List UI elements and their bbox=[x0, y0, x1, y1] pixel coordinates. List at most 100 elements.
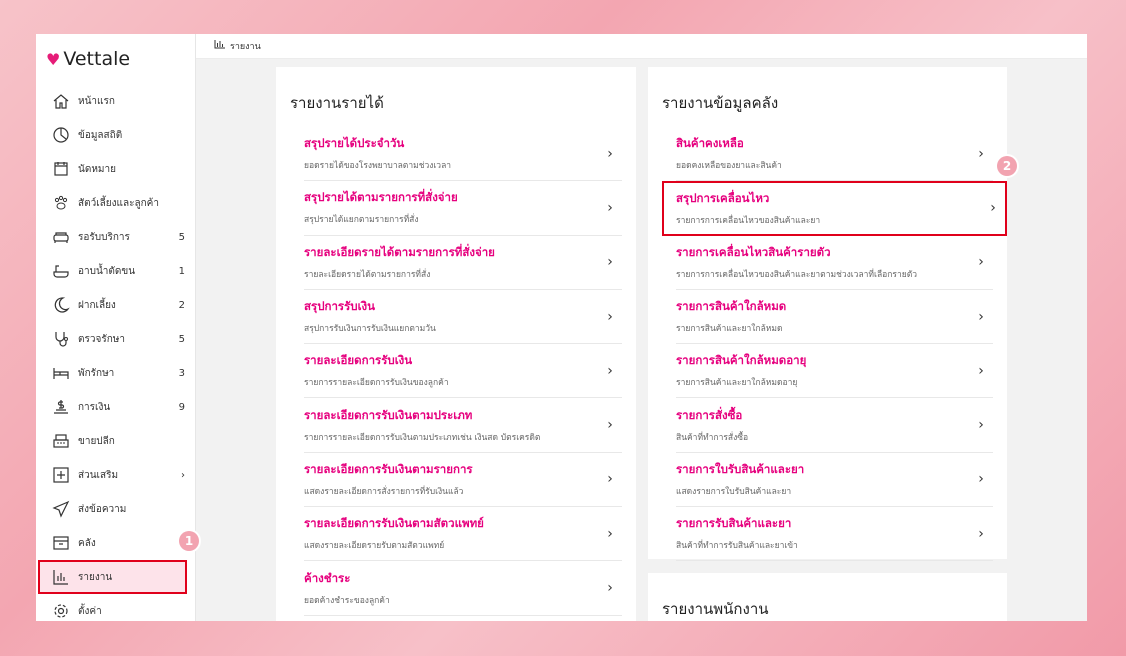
sidebar-item-count: 9 bbox=[178, 401, 185, 413]
report-row-text: รายการรับสินค้าและยา สินค้าที่ทำการรับสิ… bbox=[676, 515, 969, 552]
report-row-text: รายการสั่งซื้อ สินค้าที่ทำการสั่งซื้อ bbox=[676, 407, 969, 444]
report-row-title[interactable]: ค้างชำระ bbox=[304, 570, 598, 588]
report-row[interactable]: รายละเอียดการรับเงินตามสัตวแพทย์ แสดงราย… bbox=[304, 507, 622, 562]
chevron-right-icon[interactable]: › bbox=[981, 200, 1005, 216]
chevron-right-icon[interactable]: › bbox=[598, 471, 622, 487]
report-row-title[interactable]: สินค้าคงเหลือ bbox=[676, 135, 969, 153]
chevron-right-icon[interactable]: › bbox=[969, 417, 993, 433]
logo-text: Vettale bbox=[63, 48, 131, 70]
report-row-title[interactable]: รายละเอียดการรับเงินตามรายการ bbox=[304, 461, 598, 479]
sidebar-item-money[interactable]: การเงิน 9 bbox=[36, 390, 195, 424]
report-row-description: รายการรายละเอียดการรับเงินของลูกค้า bbox=[304, 378, 449, 389]
sidebar-item-moon[interactable]: ฝากเลี้ยง 2 bbox=[36, 288, 195, 322]
sidebar-item-report[interactable]: รายงาน bbox=[38, 560, 187, 594]
report-row[interactable]: รายการสินค้าใกล้หมด รายการสินค้าและยาใกล… bbox=[676, 290, 993, 345]
sidebar-item-paw[interactable]: สัตว์เลี้ยงและลูกค้า bbox=[36, 186, 195, 220]
report-row-title[interactable]: รายละเอียดการรับเงินตามสัตวแพทย์ bbox=[304, 515, 598, 533]
report-row-title[interactable]: สรุปการเคลื่อนไหว bbox=[676, 190, 981, 208]
sidebar-item-label: คลัง bbox=[78, 537, 96, 549]
chevron-right-icon[interactable]: › bbox=[598, 526, 622, 542]
chevron-right-icon[interactable]: › bbox=[969, 471, 993, 487]
sidebar-item-stethoscope[interactable]: ตรวจรักษา 5 bbox=[36, 322, 195, 356]
report-row-description: แสดงรายการใบรับสินค้าและยา bbox=[676, 486, 792, 497]
report-row-title[interactable]: รายการสินค้าใกล้หมดอายุ bbox=[676, 352, 969, 370]
sidebar-item-box[interactable]: คลัง bbox=[36, 526, 195, 560]
report-row-title[interactable]: รายละเอียดรายได้ตามรายการที่สั่งจ่าย bbox=[304, 244, 598, 262]
chevron-right-icon[interactable]: › bbox=[598, 309, 622, 325]
sidebar-item-bed[interactable]: พักรักษา 3 bbox=[36, 356, 195, 390]
money-icon bbox=[52, 398, 70, 416]
sidebar-item-label: ขายปลีก bbox=[78, 435, 115, 447]
report-row[interactable]: สรุปการรับเงิน สรุปการรับเงินการรับเงินแ… bbox=[304, 290, 622, 345]
report-row[interactable]: รายการเคลื่อนไหวสินค้ารายตัว รายการการเค… bbox=[676, 236, 993, 290]
report-row[interactable]: สรุปการเคลื่อนไหว รายการการเคลื่อนไหวของ… bbox=[662, 181, 1007, 236]
report-row[interactable]: รายการสั่งซื้อ สินค้าที่ทำการสั่งซื้อ › bbox=[676, 398, 993, 453]
report-row-title[interactable]: สรุปรายได้ประจำวัน bbox=[304, 135, 598, 153]
sidebar-item-count: › bbox=[181, 469, 185, 481]
report-row-text: สรุปการเคลื่อนไหว รายการการเคลื่อนไหวของ… bbox=[676, 190, 981, 227]
sidebar: ♥ Vettale หน้าแรกข้อมูลสถิตินัดหมาย สัตว์… bbox=[36, 34, 196, 621]
report-row[interactable]: สรุปรายได้ประจำวัน ยอดรายได้ของโรงพยาบาล… bbox=[304, 127, 622, 182]
bath-icon bbox=[52, 262, 70, 280]
report-row-title[interactable]: รายละเอียดการรับเงิน bbox=[304, 352, 598, 370]
sidebar-item-label: ข้อมูลสถิติ bbox=[78, 129, 123, 141]
sidebar-item-send[interactable]: ส่งข้อความ bbox=[36, 492, 195, 526]
chevron-right-icon[interactable]: › bbox=[598, 580, 622, 596]
report-row-text: รายละเอียดการรับเงินตามรายการ แสดงรายละเ… bbox=[304, 461, 598, 498]
report-row[interactable]: รายการรับสินค้าและยา สินค้าที่ทำการรับสิ… bbox=[676, 507, 993, 562]
report-row[interactable]: รายละเอียดรายได้ตามรายการที่สั่งจ่าย ราย… bbox=[304, 236, 622, 290]
chevron-right-icon[interactable]: › bbox=[598, 417, 622, 433]
report-row[interactable]: ค่าใช้จ่ายโรงพยาบาล › bbox=[304, 616, 622, 621]
sidebar-item-label: การเงิน bbox=[78, 401, 111, 413]
bed-icon bbox=[52, 364, 70, 382]
chevron-right-icon[interactable]: › bbox=[969, 254, 993, 270]
report-row-description: รายการการเคลื่อนไหวของสินค้าและยา bbox=[676, 215, 821, 226]
sidebar-item-stats[interactable]: ข้อมูลสถิติ bbox=[36, 118, 195, 152]
sidebar-item-register[interactable]: ขายปลีก bbox=[36, 424, 195, 458]
report-row-title[interactable]: รายการรับสินค้าและยา bbox=[676, 515, 969, 533]
report-row-title[interactable]: รายละเอียดการรับเงินตามประเภท bbox=[304, 407, 598, 425]
chevron-right-icon[interactable]: › bbox=[598, 363, 622, 379]
report-row[interactable]: ค้างชำระ ยอดค้างชำระของลูกค้า › bbox=[304, 561, 622, 616]
sidebar-item-sofa[interactable]: รอรับบริการ 5 bbox=[36, 220, 195, 254]
income-report-card: รายงานรายได้ สรุปรายได้ประจำวัน ยอดรายได… bbox=[276, 67, 636, 621]
report-row[interactable]: รายการใบรับสินค้าและยา แสดงรายการใบรับสิ… bbox=[676, 453, 993, 508]
report-row[interactable]: รายละเอียดการรับเงิน รายการรายละเอียดการ… bbox=[304, 344, 622, 399]
chevron-right-icon[interactable]: › bbox=[969, 363, 993, 379]
chevron-right-icon[interactable]: › bbox=[598, 200, 622, 216]
register-icon bbox=[52, 432, 70, 450]
chevron-right-icon[interactable]: › bbox=[598, 146, 622, 162]
sidebar-item-label: อาบน้ำตัดขน bbox=[78, 265, 136, 277]
report-row-title[interactable]: รายการเคลื่อนไหวสินค้ารายตัว bbox=[676, 244, 969, 262]
report-row-description: รายการสินค้าและยาใกล้หมดอายุ bbox=[676, 378, 798, 389]
report-row[interactable]: รายละเอียดการรับเงินตามรายการ แสดงรายละเ… bbox=[304, 453, 622, 508]
report-row[interactable]: สินค้าคงเหลือ ยอดคงเหลือของยาและสินค้า › bbox=[676, 127, 993, 182]
report-row[interactable]: รายการสินค้าใกล้หมดอายุ รายการสินค้าและย… bbox=[676, 344, 993, 399]
chevron-right-icon[interactable]: › bbox=[969, 309, 993, 325]
chevron-right-icon[interactable]: › bbox=[969, 526, 993, 542]
report-row-description: รายการรายละเอียดการรับเงินตามประเภทเช่น … bbox=[304, 432, 541, 443]
chevron-right-icon[interactable]: › bbox=[598, 254, 622, 270]
sidebar-item-bath[interactable]: อาบน้ำตัดขน 1 bbox=[36, 254, 195, 288]
sidebar-item-home[interactable]: หน้าแรก bbox=[36, 84, 195, 118]
breadcrumb: รายงาน bbox=[196, 34, 1087, 59]
report-row-title[interactable]: สรุปการรับเงิน bbox=[304, 298, 598, 316]
report-row-title[interactable]: สรุปรายได้ตามรายการที่สั่งจ่าย bbox=[304, 189, 598, 207]
logo[interactable]: ♥ Vettale bbox=[36, 34, 195, 84]
chevron-right-icon[interactable]: › bbox=[969, 146, 993, 162]
report-icon bbox=[52, 568, 70, 586]
report-row-title[interactable]: รายการใบรับสินค้าและยา bbox=[676, 461, 969, 479]
breadcrumb-label: รายงาน bbox=[230, 42, 261, 52]
report-icon bbox=[214, 40, 225, 52]
box-icon bbox=[52, 534, 70, 552]
report-row[interactable]: รายละเอียดการรับเงินตามประเภท รายการรายล… bbox=[304, 398, 622, 453]
sidebar-item-gear[interactable]: ตั้งค่า bbox=[36, 594, 195, 621]
report-row-description: สินค้าที่ทำการรับสินค้าและยาเข้า bbox=[676, 541, 798, 552]
sidebar-item-plus-box[interactable]: ส่วนเสริม › bbox=[36, 458, 195, 492]
paw-icon bbox=[52, 194, 70, 212]
report-row-title[interactable]: รายการสั่งซื้อ bbox=[676, 407, 969, 425]
sidebar-item-count: 3 bbox=[178, 367, 185, 379]
report-row-title[interactable]: รายการสินค้าใกล้หมด bbox=[676, 298, 969, 316]
report-row[interactable]: สรุปรายได้ตามรายการที่สั่งจ่าย สรุปรายได… bbox=[304, 181, 622, 236]
sidebar-item-calendar[interactable]: นัดหมาย bbox=[36, 152, 195, 186]
